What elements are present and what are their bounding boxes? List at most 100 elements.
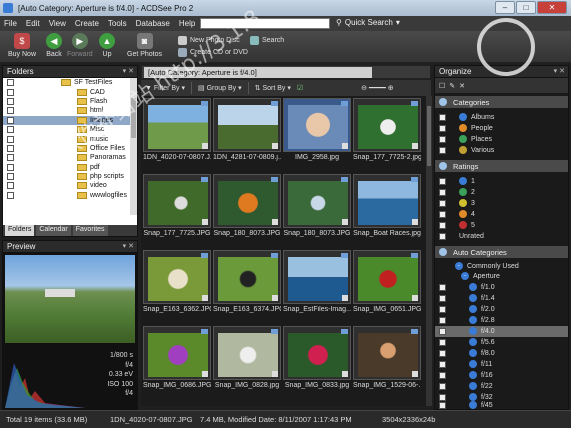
folder-item[interactable]: music xyxy=(3,134,137,143)
checkbox[interactable] xyxy=(439,360,446,368)
checkbox[interactable] xyxy=(439,401,446,409)
menu-tools[interactable]: Tools xyxy=(108,19,127,28)
thumbnail-item[interactable]: IMG_2958.jpg xyxy=(283,98,351,166)
rating-1[interactable]: 1 xyxy=(435,176,568,187)
checkbox[interactable] xyxy=(439,135,446,143)
checkbox[interactable] xyxy=(272,371,278,377)
buy-now-button[interactable]: $ Buy Now xyxy=(8,33,36,58)
new-icon[interactable]: ☐ xyxy=(439,82,445,90)
thumbnail-item[interactable]: Snap_IMG_0651.JPG xyxy=(353,250,421,318)
folder-item[interactable]: CAD xyxy=(3,87,137,96)
back-button[interactable]: ◀ Back xyxy=(46,33,62,58)
thumbnail-item[interactable]: Snap_IMG_0686.JPG xyxy=(143,326,211,394)
pin-icon[interactable]: ▾ ✕ xyxy=(123,242,134,250)
checkbox[interactable] xyxy=(439,316,446,324)
checkbox[interactable] xyxy=(412,143,418,149)
checkbox[interactable] xyxy=(272,143,278,149)
aperture-value-item[interactable]: f/22 xyxy=(435,381,568,392)
checkbox[interactable] xyxy=(7,173,14,181)
checkbox[interactable] xyxy=(272,219,278,225)
checkbox[interactable] xyxy=(202,295,208,301)
aperture-value-item[interactable]: f/8.0 xyxy=(435,348,568,359)
aperture-value-item[interactable]: f/2.8 xyxy=(435,315,568,326)
quick-search-input[interactable] xyxy=(200,18,330,29)
scroll-thumb[interactable] xyxy=(427,106,431,166)
aperture-value-item[interactable]: f/2.0 xyxy=(435,304,568,315)
checkbox[interactable] xyxy=(412,371,418,377)
scroll-thumb[interactable] xyxy=(131,98,136,138)
collapse-icon[interactable] xyxy=(439,162,447,170)
checkbox[interactable] xyxy=(7,182,14,190)
aperture-value-item[interactable]: f/1.0 xyxy=(435,282,568,293)
quick-search-button[interactable]: ⚲ Quick Search ▾ xyxy=(336,18,400,27)
folder-item[interactable]: html xyxy=(3,106,137,115)
thumbnail-item[interactable]: Snap_180_8073.JPG xyxy=(283,174,351,242)
checkbox[interactable] xyxy=(342,219,348,225)
categories-section[interactable]: Categories xyxy=(435,96,568,108)
edit-icon[interactable]: ✎ xyxy=(449,82,455,90)
aperture-value-item[interactable]: f/1.4 xyxy=(435,293,568,304)
checkbox[interactable] xyxy=(439,294,446,302)
folder-item[interactable]: pdf xyxy=(3,163,137,172)
new-photo-disc-button[interactable]: New Photo Disc xyxy=(178,36,240,45)
thumbnail-item[interactable]: 1DN_4020-07-0807.J... xyxy=(143,98,211,166)
thumbnail-item[interactable]: Snap_IMG_0833.jpg xyxy=(283,326,351,394)
checkbox[interactable] xyxy=(7,191,14,199)
rating-3[interactable]: 3 xyxy=(435,198,568,209)
checkbox[interactable] xyxy=(7,116,14,124)
pin-icon[interactable]: ▾ ✕ xyxy=(123,67,134,75)
checkbox[interactable] xyxy=(7,163,14,171)
forward-button[interactable]: ▶ Forward xyxy=(67,33,93,58)
folders-scrollbar[interactable] xyxy=(130,78,137,215)
checkbox[interactable] xyxy=(7,88,14,96)
checkbox[interactable] xyxy=(439,113,446,121)
delete-icon[interactable]: ✕ xyxy=(459,82,465,90)
checkbox[interactable] xyxy=(439,146,446,154)
checkbox[interactable] xyxy=(342,295,348,301)
select-icon[interactable]: ☑ xyxy=(297,84,303,92)
checkbox[interactable] xyxy=(439,177,446,185)
checkbox[interactable] xyxy=(202,219,208,225)
aperture-item[interactable]: − Aperture xyxy=(435,271,568,282)
thumbnail-item[interactable]: 1DN_4281-07-0809.j... xyxy=(213,98,281,166)
commonly-used-item[interactable]: − Commonly Used xyxy=(435,261,568,272)
aperture-value-item-selected[interactable]: f/4.0 xyxy=(435,326,568,337)
close-button[interactable]: ✕ xyxy=(537,1,567,14)
category-various[interactable]: Various xyxy=(435,145,568,156)
checkbox[interactable] xyxy=(7,144,14,152)
minimize-button[interactable]: – xyxy=(495,1,515,14)
tab-favorites[interactable]: Favorites xyxy=(72,225,108,236)
menu-help[interactable]: Help xyxy=(179,19,195,28)
menu-edit[interactable]: Edit xyxy=(26,19,40,28)
thumbnail-item[interactable]: Snap_E163_6362.JPG xyxy=(143,250,211,318)
menu-file[interactable]: File xyxy=(4,19,17,28)
checkbox[interactable] xyxy=(342,143,348,149)
aperture-value-item[interactable]: f/16 xyxy=(435,370,568,381)
filter-by-button[interactable]: ▼ Filter By ▾ xyxy=(145,84,185,92)
rating-unrated[interactable]: Unrated xyxy=(435,231,568,242)
checkbox[interactable] xyxy=(439,283,446,291)
get-photos-button[interactable]: ◙ Get Photos xyxy=(127,33,162,58)
thumbnail-item[interactable]: Snap_E163_6374.JPG xyxy=(213,250,281,318)
checkbox[interactable] xyxy=(439,349,446,357)
checkbox[interactable] xyxy=(439,305,446,313)
rating-2[interactable]: 2 xyxy=(435,187,568,198)
menu-view[interactable]: View xyxy=(49,19,66,28)
checkbox[interactable] xyxy=(439,232,446,240)
tab-folders[interactable]: Folders xyxy=(5,225,35,236)
folder-item-selected[interactable]: Images xyxy=(3,115,137,125)
search-button[interactable]: Search xyxy=(250,36,284,45)
thumbnail-item[interactable]: Snap_177_7725.JPG xyxy=(143,174,211,242)
menu-create[interactable]: Create xyxy=(75,19,99,28)
checkbox[interactable] xyxy=(7,154,14,162)
create-cd-dvd-button[interactable]: Create CD or DVD xyxy=(178,48,248,57)
zoom-slider[interactable]: ⊖ ━━━━ ⊕ xyxy=(361,84,393,92)
maximize-button[interactable]: □ xyxy=(516,1,536,14)
ratings-section[interactable]: Ratings xyxy=(435,160,568,172)
category-albums[interactable]: Albums xyxy=(435,112,568,123)
checkbox[interactable] xyxy=(272,295,278,301)
folder-item[interactable]: SF TestFiles xyxy=(3,78,137,87)
aperture-value-item[interactable]: f/5.6 xyxy=(435,337,568,348)
rating-5[interactable]: 5 xyxy=(435,220,568,231)
checkbox[interactable] xyxy=(439,371,446,379)
